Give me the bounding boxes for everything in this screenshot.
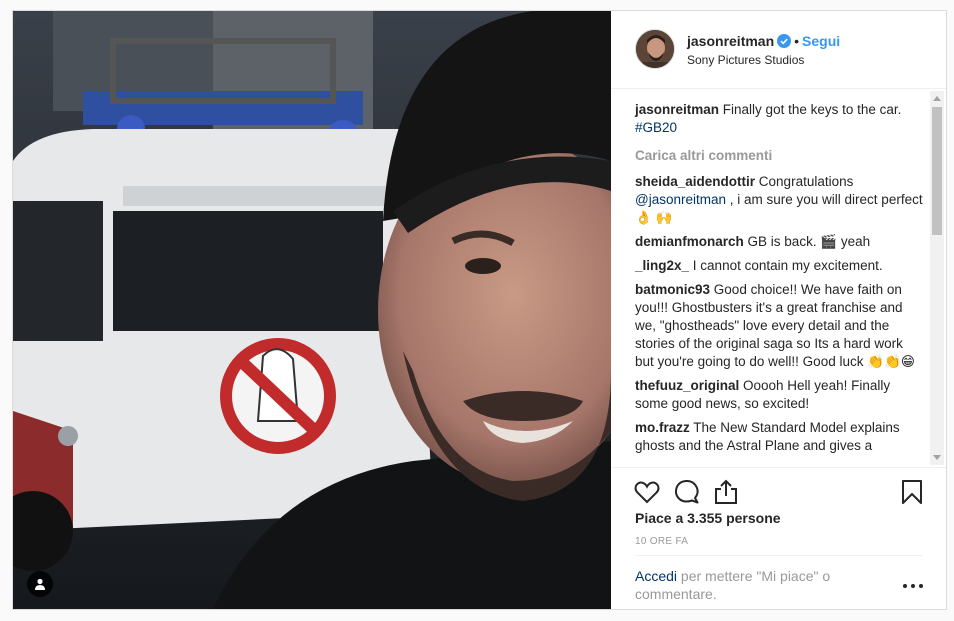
comment-username[interactable]: _ling2x_	[635, 258, 689, 273]
post-timestamp[interactable]: 10 ORE FA	[635, 536, 688, 547]
comment-item: batmonic93 Good choice!! We have faith o…	[635, 281, 925, 371]
comment-item: demianfmonarch GB is back. 🎬 yeah	[635, 233, 925, 251]
comment-item: sheida_aidendottir Congratulations @jaso…	[635, 173, 925, 227]
location-link[interactable]: Sony Pictures Studios	[687, 53, 804, 67]
login-prompt: Accedi per mettere "Mi piace" o commenta…	[635, 567, 865, 603]
verified-badge-icon	[777, 34, 792, 48]
bookmark-icon[interactable]	[898, 478, 926, 506]
post-header: jasonreitman • Segui Sony Pictures Studios	[611, 11, 946, 89]
post-dialog: jasonreitman • Segui Sony Pictures Studios…	[12, 10, 947, 610]
share-icon[interactable]	[712, 478, 740, 506]
heart-icon[interactable]	[633, 478, 661, 506]
caption-text: Finally got the keys to the car.	[722, 102, 902, 117]
divider	[635, 555, 922, 556]
follow-button[interactable]: Segui	[802, 33, 840, 49]
post-sidebar: jasonreitman • Segui Sony Pictures Studios…	[611, 11, 946, 609]
scrollbar-thumb[interactable]	[932, 107, 942, 235]
likes-count[interactable]: Piace a 3.355 persone	[635, 510, 781, 526]
caption-username[interactable]: jasonreitman	[635, 102, 719, 117]
avatar[interactable]	[635, 29, 675, 69]
separator-dot: •	[794, 33, 800, 49]
user-tag-icon	[35, 578, 45, 590]
comment-text: Congratulations	[758, 174, 854, 189]
login-footer: Accedi per mettere "Mi piace" o commenta…	[611, 555, 946, 609]
comments-list[interactable]: jasonreitman Finally got the keys to the…	[611, 90, 946, 467]
comment-username[interactable]: mo.frazz	[635, 420, 690, 435]
header-username-row: jasonreitman • Segui	[687, 33, 840, 49]
scroll-down-arrow-icon[interactable]	[933, 455, 941, 460]
comment-bubble-icon[interactable]	[673, 478, 701, 506]
login-link[interactable]: Accedi	[635, 568, 677, 584]
more-options-icon[interactable]	[901, 577, 925, 595]
load-more-comments-button[interactable]: Carica altri commenti	[635, 147, 925, 165]
caption: jasonreitman Finally got the keys to the…	[635, 101, 925, 137]
scroll-up-arrow-icon[interactable]	[933, 96, 941, 101]
photo-illustration	[13, 11, 611, 609]
caption-hashtag[interactable]: #GB20	[635, 120, 677, 135]
username-link[interactable]: jasonreitman	[687, 33, 774, 49]
comment-username[interactable]: batmonic93	[635, 282, 710, 297]
comment-text: GB is back. 🎬 yeah	[747, 234, 871, 249]
comment-item: mo.frazz The New Standard Model explains…	[635, 419, 925, 455]
comment-text: I cannot contain my excitement.	[692, 258, 883, 273]
comments-scrollbar[interactable]	[930, 91, 944, 465]
comment-item: thefuuz_original Ooooh Hell yeah! Finall…	[635, 377, 925, 413]
comment-item: _ling2x_ I cannot contain my excitement.	[635, 257, 925, 275]
post-photo[interactable]	[13, 11, 611, 609]
avatar-image	[636, 30, 674, 68]
comment-username[interactable]: thefuuz_original	[635, 378, 739, 393]
user-tag-button[interactable]	[27, 571, 53, 597]
comment-username[interactable]: sheida_aidendottir	[635, 174, 755, 189]
comment-mention[interactable]: @jasonreitman	[635, 192, 726, 207]
comment-username[interactable]: demianfmonarch	[635, 234, 744, 249]
